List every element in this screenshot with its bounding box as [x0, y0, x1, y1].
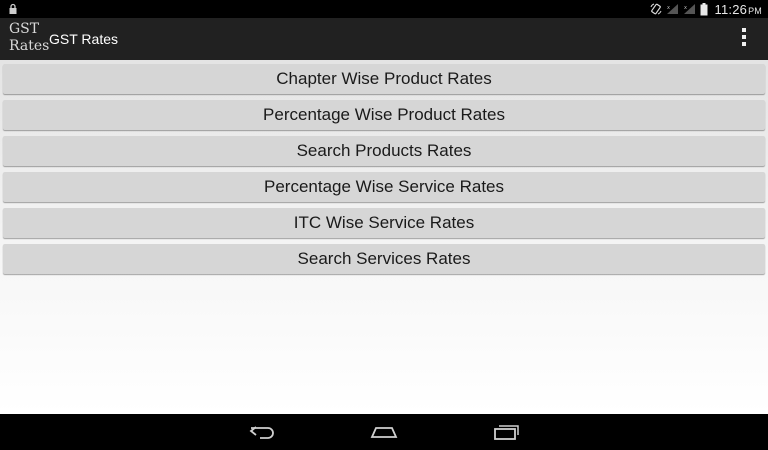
screen-rotation-icon	[650, 3, 661, 15]
recents-icon[interactable]	[486, 420, 526, 444]
main-content: Chapter Wise Product Rates Percentage Wi…	[0, 60, 768, 414]
overflow-dot	[742, 28, 746, 32]
app-logo-line2: Rates	[9, 38, 50, 54]
home-icon[interactable]	[364, 420, 404, 444]
action-bar: GST Rates GST Rates	[0, 18, 768, 60]
percentage-wise-service-rates-button[interactable]: Percentage Wise Service Rates	[3, 172, 765, 202]
svg-text:x: x	[684, 5, 687, 11]
itc-wise-service-rates-button[interactable]: ITC Wise Service Rates	[3, 208, 765, 238]
menu-button-list: Chapter Wise Product Rates Percentage Wi…	[3, 64, 765, 280]
overflow-dot	[742, 35, 746, 39]
overflow-menu-icon[interactable]	[734, 28, 754, 50]
search-services-rates-button[interactable]: Search Services Rates	[3, 244, 765, 274]
search-products-rates-button[interactable]: Search Products Rates	[3, 136, 765, 166]
status-icons: x x 11:26PM	[650, 0, 762, 18]
app-screen: x x 11:26PM GST Rates GST Rates Chapter …	[0, 0, 768, 450]
status-left	[8, 3, 18, 15]
app-logo-line1: GST	[9, 21, 40, 37]
svg-text:x: x	[667, 5, 670, 11]
back-icon[interactable]	[243, 420, 283, 444]
app-logo[interactable]: GST Rates	[9, 21, 50, 59]
percentage-wise-product-rates-button[interactable]: Percentage Wise Product Rates	[3, 100, 765, 130]
signal-icon: x	[683, 4, 695, 14]
battery-icon	[700, 2, 708, 15]
chapter-wise-product-rates-button[interactable]: Chapter Wise Product Rates	[3, 64, 765, 94]
overflow-dot	[742, 42, 746, 46]
clock-ampm: PM	[748, 5, 762, 16]
status-clock: 11:26PM	[715, 2, 762, 17]
clock-time: 11:26	[714, 1, 748, 17]
app-title: GST Rates	[49, 31, 118, 47]
status-bar: x x 11:26PM	[0, 0, 768, 18]
navigation-bar	[0, 414, 768, 450]
signal-icon: x	[666, 4, 678, 14]
lock-icon	[9, 3, 17, 14]
